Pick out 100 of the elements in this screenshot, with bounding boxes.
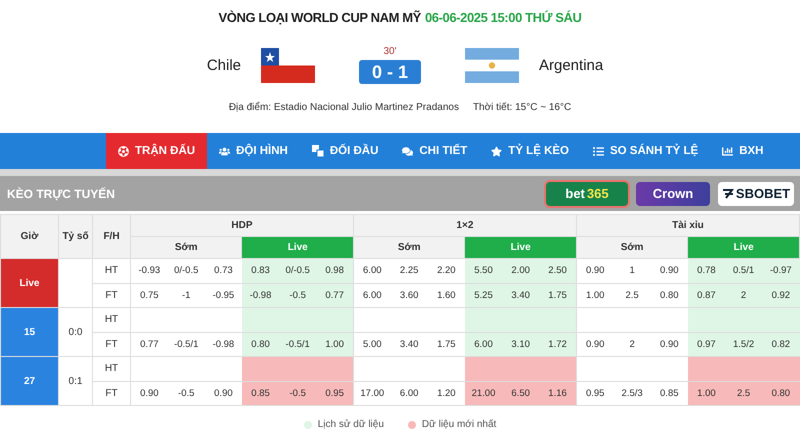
odds-cell xyxy=(130,356,168,381)
odds-cell: 0.90 xyxy=(130,381,168,406)
people-icon xyxy=(219,146,230,156)
odds-cell: 0.90 xyxy=(204,381,242,406)
odds-cell: 1.20 xyxy=(428,381,465,406)
odds-cell xyxy=(353,308,391,332)
phase-header: Sớm xyxy=(130,236,242,258)
list-icon xyxy=(593,146,604,156)
live-odds-cell: 0.83 xyxy=(242,258,280,283)
match-datetime: 06-06-2025 15:00 THỨ SÁU xyxy=(424,10,582,27)
tab-label: ĐỘI HÌNH xyxy=(236,145,288,157)
live-odds-cell: 2.50 xyxy=(539,258,576,283)
live-odds-cell: 0.78 xyxy=(688,258,725,283)
live-odds-cell xyxy=(539,356,576,381)
live-odds-cell: 0.82 xyxy=(762,332,800,356)
live-odds-cell: 0.80 xyxy=(762,381,800,406)
score-cell: 0:1 xyxy=(58,356,92,406)
odds-cell: -1 xyxy=(168,283,205,308)
odds-cell xyxy=(353,356,391,381)
market-header: HDP xyxy=(130,214,354,236)
bookmaker-button[interactable]: SBOBET xyxy=(718,182,794,206)
odds-cell: 1.00 xyxy=(576,283,614,308)
live-odds-cell xyxy=(464,356,502,381)
live-odds-cell: 1.00 xyxy=(688,381,725,406)
nav-tab[interactable]: ĐỐI ĐẦU xyxy=(300,133,390,169)
odds-cell: -0.98 xyxy=(204,332,242,356)
odds-cell: 17.00 xyxy=(353,381,391,406)
time-cell: 27 xyxy=(0,356,58,406)
live-odds-cell xyxy=(464,308,502,332)
odds-cell: 2.25 xyxy=(390,258,428,283)
live-odds-cell: -0.97 xyxy=(762,258,800,283)
tab-label: CHI TIẾT xyxy=(419,145,468,157)
odds-cell xyxy=(204,308,242,332)
venue-text: Địa điểm: Estadio Nacional Julio Martinez Pradanos xyxy=(228,102,459,113)
column-header: Giờ xyxy=(0,214,58,258)
odds-cell: -0.93 xyxy=(130,258,168,283)
live-odds-cell: -0.98 xyxy=(242,283,280,308)
section-title: KÈO TRỰC TUYẾN xyxy=(7,186,116,200)
live-odds-cell: 0.80 xyxy=(242,332,280,356)
legend-label: Lịch sử dữ liệu xyxy=(318,419,384,430)
odds-cell: -0.5 xyxy=(168,381,205,406)
live-odds-cell: 21.00 xyxy=(464,381,502,406)
live-odds-cell xyxy=(688,308,725,332)
live-odds-cell: 0.98 xyxy=(316,258,354,283)
phase-header: Sớm xyxy=(353,236,465,258)
logo-icon xyxy=(722,188,734,200)
phase-header: Sớm xyxy=(576,236,688,258)
odds-cell: 1.60 xyxy=(428,283,465,308)
odds-cell: 2 xyxy=(614,332,651,356)
nav-tab[interactable]: CHI TIẾT xyxy=(390,133,480,169)
tab-label: BXH xyxy=(739,145,764,157)
argentina-flag-icon xyxy=(465,48,519,82)
odds-cell xyxy=(428,356,465,381)
live-odds-cell: 0.92 xyxy=(762,283,800,308)
odds-cell xyxy=(650,308,688,332)
nav-tab[interactable]: ĐỘI HÌNH xyxy=(207,133,300,169)
nav-tab[interactable]: BXH xyxy=(710,133,776,169)
odds-cell: 2.5 xyxy=(614,283,651,308)
live-odds-cell: -0.5 xyxy=(279,381,316,406)
odds-cell: 0.75 xyxy=(130,283,168,308)
nav-tab[interactable]: TỶ LỆ KÈO xyxy=(479,133,581,169)
live-odds-cell xyxy=(762,356,800,381)
odds-cell: -0.5/1 xyxy=(168,332,205,356)
versus-icon xyxy=(312,145,324,157)
nav-tab[interactable]: SO SÁNH TỶ LỆ xyxy=(581,133,710,169)
odds-cell: 2.5/3 xyxy=(614,381,651,406)
live-odds-cell: 0/-0.5 xyxy=(279,258,316,283)
phase-header: Live xyxy=(464,236,576,258)
odds-cell xyxy=(130,308,168,332)
odds-cell xyxy=(576,308,614,332)
time-cell: Live xyxy=(0,258,58,308)
live-odds-cell xyxy=(316,308,354,332)
live-odds-cell xyxy=(688,356,725,381)
odds-cell: 3.40 xyxy=(390,332,428,356)
odds-cell: 0.90 xyxy=(576,258,614,283)
odds-cell xyxy=(428,308,465,332)
star-icon xyxy=(491,146,502,156)
live-odds-cell: 1.75 xyxy=(539,283,576,308)
live-odds-cell: 1.5/2 xyxy=(725,332,762,356)
bar-chart-icon xyxy=(722,146,734,156)
live-odds-cell: 2.5 xyxy=(725,381,762,406)
bookmaker-button[interactable]: Crown xyxy=(636,182,710,206)
bookmaker-button[interactable]: bet365 xyxy=(546,182,628,206)
live-odds-cell: 5.25 xyxy=(464,283,502,308)
live-odds-cell: 1.16 xyxy=(539,381,576,406)
live-odds-cell: 0.97 xyxy=(688,332,725,356)
live-odds-cell xyxy=(539,308,576,332)
odds-cell: 1 xyxy=(614,258,651,283)
phase-header: Live xyxy=(688,236,800,258)
score: 0 - 1 xyxy=(359,60,421,84)
live-odds-cell: 1.72 xyxy=(539,332,576,356)
odds-cell xyxy=(576,356,614,381)
odds-cell xyxy=(650,356,688,381)
nav-tab[interactable]: TRẬN ĐẤU xyxy=(106,133,208,169)
live-odds-cell: 0.85 xyxy=(242,381,280,406)
live-odds-cell: 0.95 xyxy=(316,381,354,406)
tab-label: SO SÁNH TỶ LỆ xyxy=(610,145,698,157)
live-odds-cell: 0.87 xyxy=(688,283,725,308)
home-team: Chile xyxy=(206,56,241,74)
odds-cell: 0.90 xyxy=(650,258,688,283)
